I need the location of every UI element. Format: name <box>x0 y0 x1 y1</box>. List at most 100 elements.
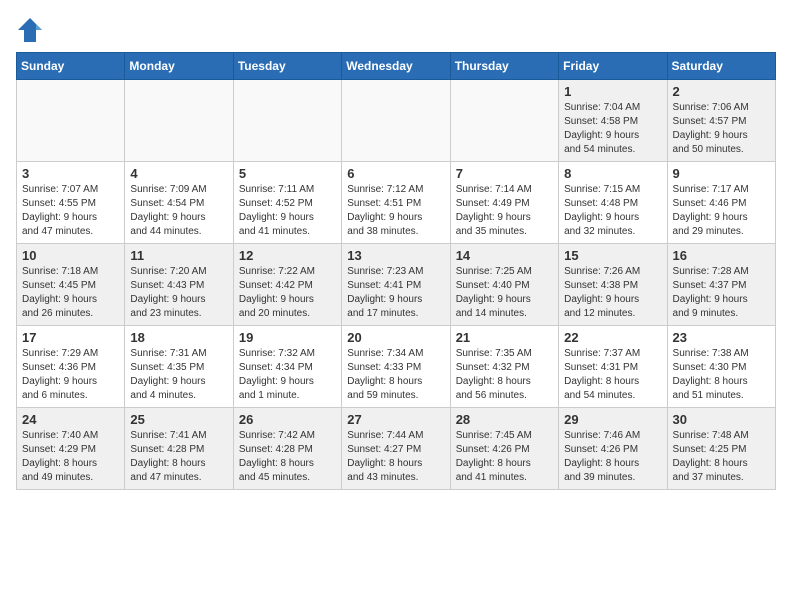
calendar-cell: 22 Sunrise: 7:37 AM Sunset: 4:31 PM Dayli… <box>559 326 667 408</box>
calendar-week-row: 10Sunrise: 7:18 AM Sunset: 4:45 PM Dayli… <box>17 244 776 326</box>
day-info: Sunrise: 7:37 AM Sunset: 4:31 PM Dayligh… <box>564 347 661 403</box>
calendar-cell: 17Sunrise: 7:29 AM Sunset: 4:36 PM Dayli… <box>17 326 125 408</box>
page-header <box>16 16 776 44</box>
calendar-cell <box>17 80 125 162</box>
calendar-cell: 4Sunrise: 7:09 AM Sunset: 4:54 PM Daylig… <box>125 162 233 244</box>
col-header-thursday: Thursday <box>450 53 558 80</box>
day-info: Sunrise: 7:06 AM Sunset: 4:57 PM Dayligh… <box>673 101 770 157</box>
calendar-cell <box>342 80 450 162</box>
day-number: 20 <box>347 330 444 345</box>
day-number: 21 <box>456 330 553 345</box>
calendar-week-row: 24 Sunrise: 7:40 AM Sunset: 4:29 PM Dayli… <box>17 408 776 490</box>
calendar-week-row: 17Sunrise: 7:29 AM Sunset: 4:36 PM Dayli… <box>17 326 776 408</box>
day-info: Sunrise: 7:46 AM Sunset: 4:26 PM Dayligh… <box>564 429 661 485</box>
calendar-cell: 30 Sunrise: 7:48 AM Sunset: 4:25 PM Dayli… <box>667 408 775 490</box>
day-number: 16 <box>673 248 770 263</box>
calendar-cell: 6 Sunrise: 7:12 AM Sunset: 4:51 PM Daylig… <box>342 162 450 244</box>
day-number: 11 <box>130 248 227 263</box>
day-info: Sunrise: 7:22 AM Sunset: 4:42 PM Dayligh… <box>239 265 336 321</box>
day-number: 25 <box>130 412 227 427</box>
day-info: Sunrise: 7:32 AM Sunset: 4:34 PM Dayligh… <box>239 347 336 403</box>
calendar-cell: 2Sunrise: 7:06 AM Sunset: 4:57 PM Daylig… <box>667 80 775 162</box>
day-info: Sunrise: 7:11 AM Sunset: 4:52 PM Dayligh… <box>239 183 336 239</box>
day-number: 24 <box>22 412 119 427</box>
calendar-cell: 14 Sunrise: 7:25 AM Sunset: 4:40 PM Dayli… <box>450 244 558 326</box>
calendar-cell: 23 Sunrise: 7:38 AM Sunset: 4:30 PM Dayli… <box>667 326 775 408</box>
day-info: Sunrise: 7:26 AM Sunset: 4:38 PM Dayligh… <box>564 265 661 321</box>
day-info: Sunrise: 7:42 AM Sunset: 4:28 PM Dayligh… <box>239 429 336 485</box>
day-info: Sunrise: 7:38 AM Sunset: 4:30 PM Dayligh… <box>673 347 770 403</box>
day-info: Sunrise: 7:44 AM Sunset: 4:27 PM Dayligh… <box>347 429 444 485</box>
calendar-cell: 25Sunrise: 7:41 AM Sunset: 4:28 PM Dayli… <box>125 408 233 490</box>
day-number: 3 <box>22 166 119 181</box>
calendar-cell: 21 Sunrise: 7:35 AM Sunset: 4:32 PM Dayli… <box>450 326 558 408</box>
calendar-cell: 19 Sunrise: 7:32 AM Sunset: 4:34 PM Dayli… <box>233 326 341 408</box>
day-info: Sunrise: 7:07 AM Sunset: 4:55 PM Dayligh… <box>22 183 119 239</box>
day-number: 26 <box>239 412 336 427</box>
day-number: 27 <box>347 412 444 427</box>
day-number: 19 <box>239 330 336 345</box>
day-info: Sunrise: 7:18 AM Sunset: 4:45 PM Dayligh… <box>22 265 119 321</box>
logo <box>16 16 48 44</box>
day-number: 6 <box>347 166 444 181</box>
day-info: Sunrise: 7:17 AM Sunset: 4:46 PM Dayligh… <box>673 183 770 239</box>
day-number: 8 <box>564 166 661 181</box>
calendar-header-row: SundayMondayTuesdayWednesdayThursdayFrid… <box>17 53 776 80</box>
day-info: Sunrise: 7:20 AM Sunset: 4:43 PM Dayligh… <box>130 265 227 321</box>
day-info: Sunrise: 7:04 AM Sunset: 4:58 PM Dayligh… <box>564 101 661 157</box>
col-header-friday: Friday <box>559 53 667 80</box>
col-header-tuesday: Tuesday <box>233 53 341 80</box>
day-info: Sunrise: 7:15 AM Sunset: 4:48 PM Dayligh… <box>564 183 661 239</box>
day-number: 18 <box>130 330 227 345</box>
day-number: 22 <box>564 330 661 345</box>
calendar-cell: 28 Sunrise: 7:45 AM Sunset: 4:26 PM Dayli… <box>450 408 558 490</box>
day-number: 7 <box>456 166 553 181</box>
day-number: 4 <box>130 166 227 181</box>
day-number: 1 <box>564 84 661 99</box>
calendar-week-row: 3 Sunrise: 7:07 AM Sunset: 4:55 PM Daylig… <box>17 162 776 244</box>
calendar-cell: 26 Sunrise: 7:42 AM Sunset: 4:28 PM Dayli… <box>233 408 341 490</box>
day-number: 23 <box>673 330 770 345</box>
day-info: Sunrise: 7:34 AM Sunset: 4:33 PM Dayligh… <box>347 347 444 403</box>
day-info: Sunrise: 7:40 AM Sunset: 4:29 PM Dayligh… <box>22 429 119 485</box>
day-info: Sunrise: 7:14 AM Sunset: 4:49 PM Dayligh… <box>456 183 553 239</box>
day-info: Sunrise: 7:23 AM Sunset: 4:41 PM Dayligh… <box>347 265 444 321</box>
day-info: Sunrise: 7:48 AM Sunset: 4:25 PM Dayligh… <box>673 429 770 485</box>
calendar-cell: 7 Sunrise: 7:14 AM Sunset: 4:49 PM Daylig… <box>450 162 558 244</box>
day-info: Sunrise: 7:31 AM Sunset: 4:35 PM Dayligh… <box>130 347 227 403</box>
calendar-week-row: 1 Sunrise: 7:04 AM Sunset: 4:58 PM Daylig… <box>17 80 776 162</box>
calendar-cell: 29 Sunrise: 7:46 AM Sunset: 4:26 PM Dayli… <box>559 408 667 490</box>
calendar-table: SundayMondayTuesdayWednesdayThursdayFrid… <box>16 52 776 490</box>
day-number: 29 <box>564 412 661 427</box>
day-number: 5 <box>239 166 336 181</box>
calendar-cell: 20 Sunrise: 7:34 AM Sunset: 4:33 PM Dayli… <box>342 326 450 408</box>
col-header-monday: Monday <box>125 53 233 80</box>
calendar-cell: 3 Sunrise: 7:07 AM Sunset: 4:55 PM Daylig… <box>17 162 125 244</box>
col-header-wednesday: Wednesday <box>342 53 450 80</box>
day-number: 17 <box>22 330 119 345</box>
calendar-cell: 5 Sunrise: 7:11 AM Sunset: 4:52 PM Daylig… <box>233 162 341 244</box>
calendar-cell <box>125 80 233 162</box>
calendar-cell: 24 Sunrise: 7:40 AM Sunset: 4:29 PM Dayli… <box>17 408 125 490</box>
calendar-cell: 13Sunrise: 7:23 AM Sunset: 4:41 PM Dayli… <box>342 244 450 326</box>
day-number: 12 <box>239 248 336 263</box>
day-info: Sunrise: 7:12 AM Sunset: 4:51 PM Dayligh… <box>347 183 444 239</box>
calendar-cell <box>233 80 341 162</box>
day-number: 14 <box>456 248 553 263</box>
calendar-cell: 10Sunrise: 7:18 AM Sunset: 4:45 PM Dayli… <box>17 244 125 326</box>
calendar-cell: 15 Sunrise: 7:26 AM Sunset: 4:38 PM Dayli… <box>559 244 667 326</box>
day-number: 30 <box>673 412 770 427</box>
day-info: Sunrise: 7:35 AM Sunset: 4:32 PM Dayligh… <box>456 347 553 403</box>
calendar-cell <box>450 80 558 162</box>
day-info: Sunrise: 7:28 AM Sunset: 4:37 PM Dayligh… <box>673 265 770 321</box>
logo-icon <box>16 16 44 44</box>
day-info: Sunrise: 7:25 AM Sunset: 4:40 PM Dayligh… <box>456 265 553 321</box>
day-number: 28 <box>456 412 553 427</box>
calendar-cell: 27 Sunrise: 7:44 AM Sunset: 4:27 PM Dayli… <box>342 408 450 490</box>
day-number: 9 <box>673 166 770 181</box>
col-header-saturday: Saturday <box>667 53 775 80</box>
calendar-cell: 8 Sunrise: 7:15 AM Sunset: 4:48 PM Daylig… <box>559 162 667 244</box>
day-number: 15 <box>564 248 661 263</box>
day-info: Sunrise: 7:45 AM Sunset: 4:26 PM Dayligh… <box>456 429 553 485</box>
calendar-cell: 16 Sunrise: 7:28 AM Sunset: 4:37 PM Dayli… <box>667 244 775 326</box>
